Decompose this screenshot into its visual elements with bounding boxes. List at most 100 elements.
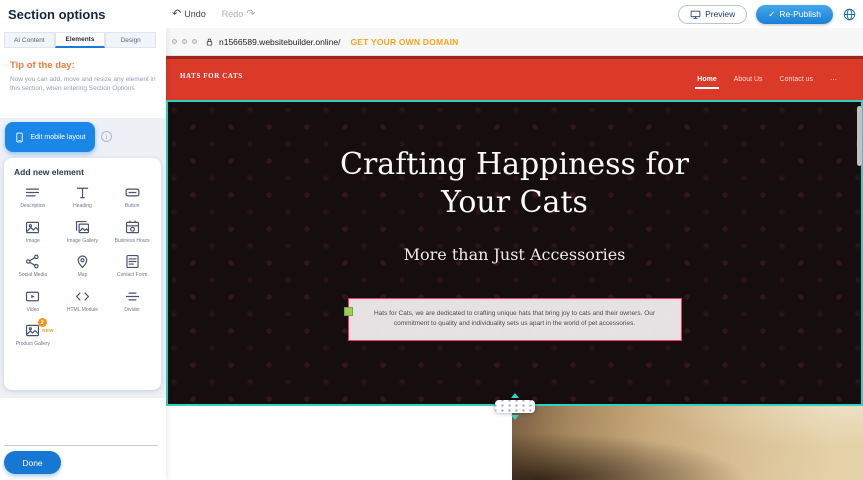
element-divider[interactable]: Divider [107,288,157,314]
element-label: Product Gallery [16,341,50,348]
tip-title: Tip of the day: [10,60,158,71]
nav-about-us[interactable]: About Us [734,76,763,83]
info-icon[interactable]: i [101,131,112,142]
element-contact-form[interactable]: Contact Form [107,253,157,279]
undo-button[interactable]: ↶ Undo [172,9,206,20]
site-nav: Home About Us Contact us ⋯ [697,59,837,100]
element-image[interactable]: Image [8,219,58,245]
check-icon: ✓ [768,9,775,20]
window-dot [172,39,177,44]
panel-title: Add new element [4,158,161,182]
window-dot [192,39,197,44]
sidebar-tabs: AI Content Elements Design [4,32,156,48]
redo-button[interactable]: Redo ↷ [222,9,256,20]
undo-icon: ↶ [172,9,181,20]
button-icon [124,184,141,201]
get-domain-link[interactable]: GET YOUR OWN DOMAIN [350,37,458,47]
done-button[interactable]: Done [4,451,61,474]
hero-heading[interactable]: Crafting Happiness for Your Cats [330,146,700,221]
element-label: Description [20,203,45,210]
section-resize-handle[interactable] [495,400,535,413]
hero-body-text: Hats for Cats, we are dedicated to craft… [374,310,655,327]
element-label: Business Hours [115,238,150,245]
new-badge: NEW [42,328,53,333]
tip-body: Now you can add, move and resize any ele… [10,75,158,94]
image-gallery-icon [74,219,91,236]
element-label: Video [26,307,39,314]
edit-mobile-layout-button[interactable]: Edit mobile layout [5,122,95,152]
nav-more-icon[interactable]: ⋯ [830,76,837,84]
add-element-panel: Add new element Description Heading Butt… [4,158,161,390]
business-hours-icon [124,219,141,236]
globe-icon [842,7,857,22]
element-video[interactable]: Video [8,288,58,314]
redo-label: Redo [222,9,244,19]
preview-label: Preview [705,9,735,19]
main-canvas: n1566589.websitebuilder.online/ GET YOUR… [166,28,863,480]
republish-label: Re-Publish [779,9,821,19]
nav-contact-us[interactable]: Contact us [780,76,813,83]
selected-text-element[interactable]: Hats for Cats, we are dedicated to craft… [348,298,682,341]
window-dot [182,39,187,44]
site-logo[interactable]: HATS FOR CATS [180,72,243,80]
element-label: Image Gallery [67,238,98,245]
site-url: n1566589.websitebuilder.online/ [219,37,340,47]
element-business-hours[interactable]: Business Hours [107,219,157,245]
element-label: HTML Module [67,307,98,314]
element-html-module[interactable]: HTML Module [58,288,108,314]
tab-elements[interactable]: Elements [55,32,106,48]
scrollbar-thumb[interactable] [857,106,862,166]
heading-icon [74,184,91,201]
tab-label: AI Content [14,37,45,44]
language-globe-button[interactable] [842,7,857,22]
element-label: Button [125,203,139,210]
contact-form-icon [124,253,141,270]
element-description[interactable]: Description [8,184,58,210]
element-label: Social Media [19,272,48,279]
element-label: Map [78,272,88,279]
html-module-icon [74,288,91,305]
new-count-badge: 2 [38,318,47,327]
browser-bar: n1566589.websitebuilder.online/ GET YOUR… [166,28,863,56]
description-icon [24,184,41,201]
preview-button[interactable]: Preview [678,5,747,24]
lock-icon [205,37,214,47]
element-label: Image [26,238,40,245]
edit-mobile-label: Edit mobile layout [30,134,85,141]
element-heading[interactable]: Heading [58,184,108,210]
element-social-media[interactable]: Social Media [8,253,58,279]
element-label: Divider [124,307,140,314]
page-title: Section options [8,7,106,22]
element-map[interactable]: Map [58,253,108,279]
image-icon [24,219,41,236]
element-image-gallery[interactable]: Image Gallery [58,219,108,245]
divider-icon [124,288,141,305]
element-product-gallery[interactable]: 2 NEW Product Gallery [8,322,58,348]
social-media-icon [24,253,41,270]
selected-section[interactable]: Crafting Happiness for Your Cats More th… [166,100,863,406]
element-drag-handle[interactable] [344,307,353,316]
sidebar: AI Content Elements Design Tip of the da… [0,28,166,480]
nav-home[interactable]: Home [697,76,716,83]
map-icon [74,253,91,270]
tab-label: Elements [66,36,95,43]
phone-icon [14,131,25,144]
info-glyph: i [106,133,108,141]
cat-carpet-photo [512,406,863,480]
site-preview: HATS FOR CATS Home About Us Contact us ⋯… [166,56,863,480]
topbar: Section options ↶ Undo Redo ↷ Preview ✓ … [0,0,863,28]
tab-ai-content[interactable]: AI Content [4,32,55,48]
element-button[interactable]: Button [107,184,157,210]
tab-design[interactable]: Design [105,32,156,48]
republish-button[interactable]: ✓ Re-Publish [756,5,833,24]
history-controls: ↶ Undo Redo ↷ [172,0,255,28]
element-grid: Description Heading Button Image Image G… [4,182,161,350]
redo-icon: ↷ [246,9,255,20]
site-header[interactable]: HATS FOR CATS Home About Us Contact us ⋯ [166,56,863,100]
hero-subheading[interactable]: More than Just Accessories [168,245,861,264]
sidebar-divider [4,445,158,446]
topbar-actions: Preview ✓ Re-Publish [678,0,857,28]
video-icon [24,288,41,305]
tab-label: Design [121,37,141,44]
element-label: Heading [73,203,92,210]
